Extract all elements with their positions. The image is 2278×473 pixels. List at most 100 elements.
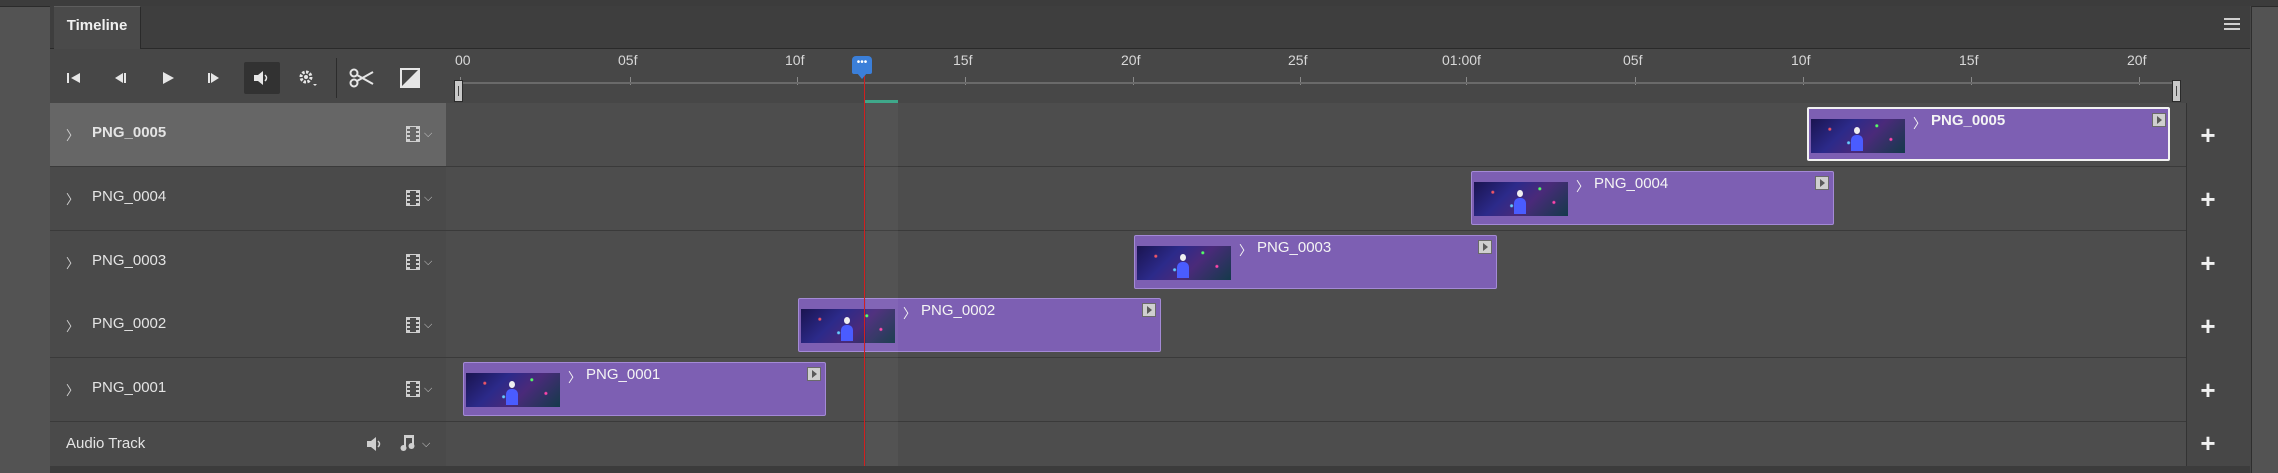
chevron-down-icon[interactable]: ⌵ [424, 128, 432, 141]
first-frame-icon [67, 73, 80, 83]
track-header[interactable]: 〉 PNG_0003 ⌵ [50, 231, 446, 295]
previous-frame-button[interactable] [102, 62, 138, 94]
ruler-tick-label: 15f [953, 52, 973, 68]
clip-expand-chevron-icon[interactable]: 〉 [1576, 176, 1589, 195]
chevron-down-icon[interactable]: ⌵ [424, 319, 432, 332]
split-at-playhead-button[interactable] [344, 62, 380, 94]
thumbnail-figure [841, 317, 853, 341]
work-area-bar [458, 82, 2176, 84]
add-media-button[interactable]: + [2186, 311, 2230, 342]
playhead-handle[interactable]: ••• [852, 56, 872, 79]
expand-chevron-icon[interactable]: 〉 [66, 316, 79, 335]
thumbnail-figure [506, 381, 518, 405]
transition-button[interactable] [392, 62, 428, 94]
film-strip-icon[interactable] [406, 317, 420, 333]
clip-thumbnail [1811, 119, 1905, 153]
chevron-down-icon[interactable]: ⌵ [424, 192, 432, 205]
track-lane[interactable] [446, 167, 2186, 231]
audio-track-lane[interactable] [446, 422, 2186, 467]
track-label: PNG_0003 [92, 252, 167, 269]
ruler-tick-label: 05f [1623, 52, 1643, 68]
play-icon [163, 72, 174, 84]
panel-bottom-border [50, 466, 2250, 473]
audio-toggle-button[interactable] [244, 62, 280, 94]
clip-expand-chevron-icon[interactable]: 〉 [568, 367, 581, 386]
timeline-tab[interactable]: Timeline [54, 6, 141, 50]
track-label: PNG_0005 [92, 124, 167, 141]
clip-label: PNG_0003 [1257, 239, 1332, 256]
clip-label: PNG_0005 [1931, 112, 2006, 129]
transition-icon [400, 68, 420, 88]
track-header[interactable]: 〉 PNG_0002 ⌵ [50, 294, 446, 358]
ruler-tick-label: 25f [1288, 52, 1308, 68]
film-strip-icon[interactable] [406, 190, 420, 206]
expand-chevron-icon[interactable]: 〉 [66, 380, 79, 399]
settings-gear-button[interactable] [290, 62, 326, 94]
add-media-button[interactable]: + [2186, 375, 2230, 406]
ruler-tick-label: 15f [1959, 52, 1979, 68]
clip-label: PNG_0002 [921, 302, 996, 319]
audio-track-label: Audio Track [66, 435, 146, 452]
clip-expand-chevron-icon[interactable]: 〉 [903, 303, 916, 322]
add-media-button[interactable]: + [2186, 120, 2230, 151]
clip-expand-chevron-icon[interactable]: 〉 [1239, 240, 1252, 259]
toolbar-divider [336, 58, 337, 98]
add-media-button[interactable]: + [2186, 248, 2230, 279]
add-media-button[interactable]: + [2186, 184, 2230, 215]
clip-thumbnail [1137, 246, 1231, 280]
speaker-icon [254, 71, 268, 85]
video-clip[interactable]: 〉 PNG_0004 [1471, 171, 1834, 225]
audio-track-header[interactable]: Audio Track ⌵ [50, 422, 446, 467]
add-media-button[interactable]: + [2186, 428, 2230, 459]
music-note-icon[interactable] [400, 434, 418, 457]
ruler-tick-label: 00 [455, 52, 471, 68]
ruler-tick-label: 01:00f [1442, 52, 1481, 68]
video-clip[interactable]: 〉 PNG_0001 [463, 362, 826, 416]
next-frame-icon [208, 73, 219, 83]
clip-thumbnail [466, 373, 560, 407]
ruler-tick-label: 10f [1791, 52, 1811, 68]
film-strip-icon[interactable] [406, 254, 420, 270]
work-area-end-handle[interactable] [2172, 80, 2181, 102]
ruler-tick-label: 10f [785, 52, 805, 68]
track-header[interactable]: 〉 PNG_0004 ⌵ [50, 167, 446, 231]
clip-motion-menu-icon[interactable] [1478, 240, 1492, 254]
panel-right-edge [2230, 49, 2250, 473]
panel-menu-icon[interactable] [2224, 18, 2240, 32]
add-media-column [2186, 103, 2231, 466]
clip-motion-menu-icon[interactable] [807, 367, 821, 381]
clip-motion-menu-icon[interactable] [1142, 303, 1156, 317]
time-ruler[interactable] [446, 49, 2186, 104]
clip-expand-chevron-icon[interactable]: 〉 [1913, 113, 1926, 132]
go-to-first-frame-button[interactable] [56, 62, 92, 94]
play-button[interactable] [150, 62, 186, 94]
track-label: PNG_0002 [92, 315, 167, 332]
work-area-start-handle[interactable] [454, 80, 463, 102]
previous-frame-icon [115, 73, 126, 83]
video-clip[interactable]: 〉 PNG_0005 [1807, 107, 2170, 161]
panel-tab-bar [50, 6, 2250, 49]
thumbnail-figure [1851, 127, 1863, 151]
clip-motion-menu-icon[interactable] [1815, 176, 1829, 190]
chevron-down-icon[interactable]: ⌵ [424, 383, 432, 396]
next-frame-button[interactable] [196, 62, 232, 94]
expand-chevron-icon[interactable]: 〉 [66, 253, 79, 272]
expand-chevron-icon[interactable]: 〉 [66, 189, 79, 208]
track-header[interactable]: 〉 PNG_0005 ⌵ [50, 103, 446, 167]
chevron-down-icon[interactable]: ⌵ [424, 256, 432, 269]
film-strip-icon[interactable] [406, 381, 420, 397]
clip-thumbnail [1474, 182, 1568, 216]
video-clip[interactable]: 〉 PNG_0003 [1134, 235, 1497, 289]
film-strip-icon[interactable] [406, 126, 420, 142]
speaker-icon[interactable] [366, 436, 384, 457]
chevron-down-icon[interactable]: ⌵ [422, 438, 430, 451]
ruler-tick-label: 20f [2127, 52, 2147, 68]
clip-motion-menu-icon[interactable] [2152, 113, 2166, 127]
track-lane[interactable] [446, 294, 2186, 358]
thumbnail-figure [1514, 190, 1526, 214]
video-clip[interactable]: 〉 PNG_0002 [798, 298, 1161, 352]
playhead-line [864, 74, 865, 466]
track-label: PNG_0001 [92, 379, 167, 396]
expand-chevron-icon[interactable]: 〉 [66, 125, 79, 144]
track-header[interactable]: 〉 PNG_0001 ⌵ [50, 358, 446, 422]
